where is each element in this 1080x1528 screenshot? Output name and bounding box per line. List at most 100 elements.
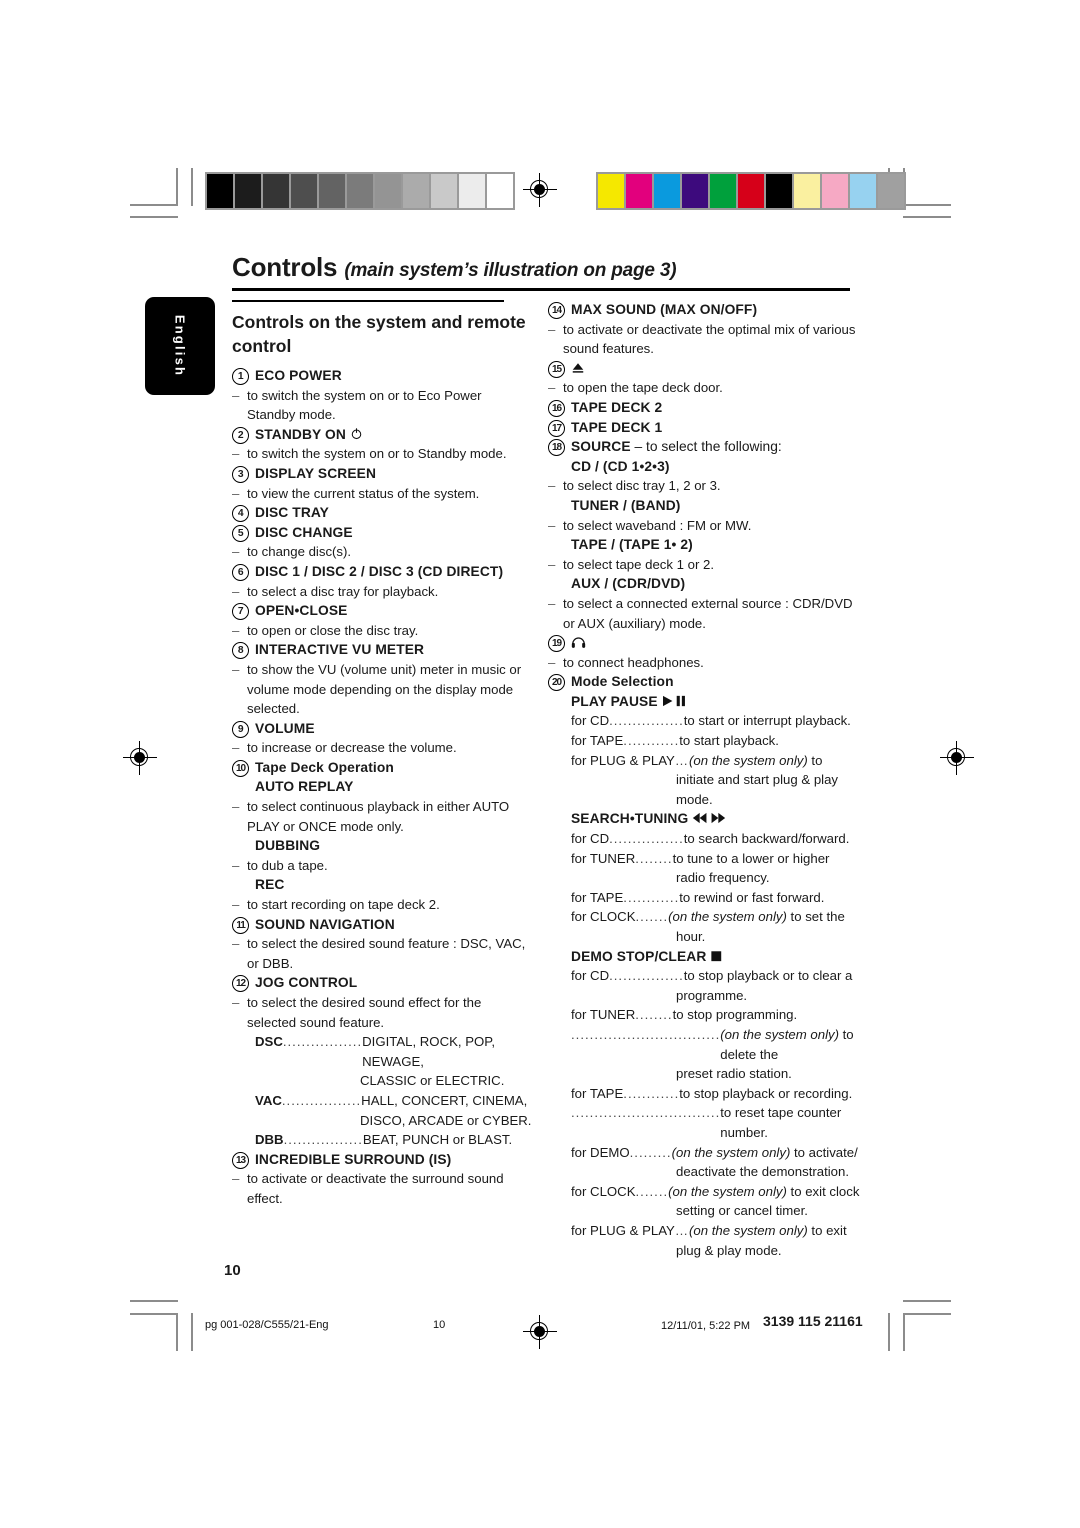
sub-heading-label: DUBBING: [255, 838, 321, 854]
control-entry: 1 ECO POWER – to switch the system on or to…: [232, 366, 532, 425]
control-entry: 15– to open the tape deck door.: [548, 359, 860, 398]
control-entry-heading: 19: [548, 633, 860, 653]
leader-value: to stop playback or to clear a: [683, 968, 853, 984]
control-number-6: 6: [232, 563, 249, 581]
control-entry: 18 SOURCE – to select the following: CD / …: [548, 437, 860, 633]
description-text: to change disc(s).: [247, 544, 352, 560]
dash-marker: –: [232, 485, 240, 501]
leader-continuation: setting or cancel timer.: [676, 1203, 808, 1219]
control-number-12: 12: [232, 975, 249, 993]
color-swatch: [766, 174, 792, 208]
leader-key: for TAPE: [571, 1085, 624, 1101]
dash-marker: –: [548, 556, 556, 572]
dash-marker: –: [232, 544, 240, 560]
control-label: [571, 359, 585, 379]
description-text: to select waveband : FM or MW.: [563, 517, 752, 533]
control-entry: 20 Mode Selection PLAY PAUSE for CD ......…: [548, 672, 860, 1260]
description-text: to select continuous playback in either …: [247, 799, 510, 834]
grayscale-swatch: [459, 174, 485, 208]
sub-heading: PLAY PAUSE: [571, 692, 860, 712]
leader-dots: …: [674, 752, 690, 768]
grayscale-swatch: [375, 174, 401, 208]
leader-dots: ................: [609, 831, 684, 847]
grayscale-swatch: [207, 174, 233, 208]
sub-heading-label: REC: [255, 877, 285, 893]
crop-mark-top-left-v: [176, 168, 178, 206]
leader-value: to stop playback or recording.: [679, 1085, 853, 1101]
control-number-20: 20: [548, 674, 565, 692]
leader-key: for DEMO: [571, 1144, 630, 1160]
leader-line: for TAPE ............ to rewind or fast …: [571, 888, 860, 908]
registration-mark-left: [123, 741, 157, 775]
left-column-items: 1 ECO POWER – to switch the system on or to…: [232, 366, 532, 1209]
leader-line: ................................ (on the…: [571, 1025, 860, 1064]
dash-marker: –: [548, 321, 556, 337]
leader-line: VAC ................. HALL, CONCERT, CIN…: [255, 1091, 532, 1111]
sub-heading: CD / (CD 1•2•3): [571, 457, 860, 477]
leader-value: to stop programming.: [672, 1007, 798, 1023]
leader-continuation: programme.: [676, 987, 748, 1003]
control-entry-heading: 8 INTERACTIVE VU METER: [232, 640, 532, 660]
leader-line: for CD ................ to stop playback…: [571, 966, 860, 986]
footer-page: 10: [433, 1319, 446, 1331]
system-only-note: (on the system only): [720, 1026, 839, 1042]
control-entry: 17 TAPE DECK 1: [548, 418, 860, 438]
dash-marker: –: [548, 380, 556, 396]
control-number-17: 17: [548, 419, 565, 437]
control-entry: 16 TAPE DECK 2: [548, 398, 860, 418]
dash-marker: –: [232, 583, 240, 599]
leader-continuation: mode.: [676, 791, 713, 807]
control-label-text: VOLUME: [255, 720, 315, 736]
dash-marker: –: [232, 622, 240, 638]
dash-marker: –: [548, 478, 556, 494]
leader-line: for TAPE ............ to start playback.: [571, 731, 860, 751]
leader-value: to rewind or fast forward.: [679, 889, 825, 905]
color-calibration-bar: [596, 172, 906, 210]
leader-dots: ............: [623, 733, 680, 749]
crop-mark-top-left-v2: [191, 168, 193, 206]
leader-dots: ........: [635, 1007, 673, 1023]
leader-line: for PLUG & PLAY … (on the system only) t…: [571, 1221, 860, 1241]
system-only-note: (on the system only): [689, 1222, 808, 1238]
color-swatch: [738, 174, 764, 208]
sub-heading-label: DEMO STOP/CLEAR: [571, 948, 707, 964]
sub-heading-label: SEARCH•TUNING: [571, 811, 689, 827]
description-text: to view the current status of the system…: [247, 485, 480, 501]
control-entry-heading: 10 Tape Deck Operation: [232, 758, 532, 778]
grayscale-swatch: [431, 174, 457, 208]
leader-value: DIGITAL, ROCK, POP, NEWAGE,: [362, 1034, 496, 1069]
leader-dots: ............: [623, 1085, 680, 1101]
color-swatch: [654, 174, 680, 208]
description-text: to start recording on tape deck 2.: [247, 897, 440, 913]
control-label: INTERACTIVE VU METER: [255, 640, 424, 660]
control-entry-heading: 18 SOURCE – to select the following:: [548, 437, 860, 457]
grayscale-swatch: [263, 174, 289, 208]
control-entry-heading: 14 MAX SOUND (MAX ON/OFF): [548, 300, 860, 320]
dash-marker: –: [232, 995, 240, 1010]
leader-value: to tune to a lower or higher: [672, 850, 830, 866]
control-number-5: 5: [232, 524, 249, 542]
leader-value: (on the system only) to exit clock: [668, 1183, 860, 1199]
search-tuning-icon: [692, 811, 726, 826]
control-entry: 2 STANDBY ON – to switch the system on or …: [232, 425, 532, 464]
leader-key: DSC: [255, 1034, 283, 1050]
description-line: – to select tape deck 1 or 2.: [548, 555, 860, 575]
leader-line: ................................ to rese…: [571, 1103, 860, 1142]
leader-dots: .................: [281, 1092, 362, 1108]
leader-value: (on the system only) to exit: [689, 1222, 847, 1238]
leader-line: for DEMO ......... (on the system only) …: [571, 1143, 860, 1163]
control-label-text: MAX SOUND (MAX ON/OFF): [571, 302, 758, 317]
description-text: to dub a tape.: [247, 857, 328, 873]
crop-mark-bottom-left-h: [130, 1300, 178, 1302]
stop-icon: [710, 949, 723, 964]
leader-dots: ................................: [571, 1105, 721, 1121]
power-icon: [350, 427, 363, 442]
description-line: – to select waveband : FM or MW.: [548, 516, 860, 536]
description-line: – to select the desired sound effect for …: [232, 993, 532, 1032]
control-entry-heading: 7 OPEN•CLOSE: [232, 601, 532, 621]
control-number-13: 13: [232, 1151, 249, 1169]
grayscale-swatch: [235, 174, 261, 208]
grayscale-swatch: [319, 174, 345, 208]
leader-value: to reset tape counter number.: [720, 1105, 842, 1140]
control-number-19: 19: [548, 635, 565, 653]
